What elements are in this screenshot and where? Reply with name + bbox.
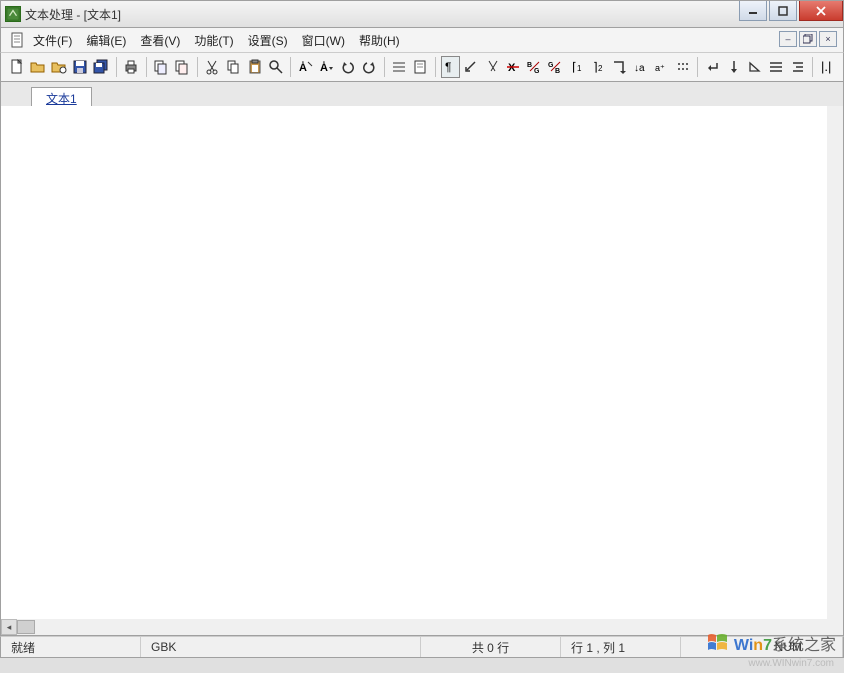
angle-icon[interactable]	[746, 56, 765, 78]
bracket-close-icon[interactable]: ⌉2	[589, 56, 608, 78]
status-bar: 就绪 GBK 共 0 行 行 1 , 列 1 NUM	[0, 636, 844, 658]
menu-view[interactable]: 查看(V)	[140, 32, 180, 49]
svg-text:|.|: |.|	[821, 59, 831, 74]
svg-text:↓a: ↓a	[634, 63, 645, 74]
copy-icon[interactable]	[224, 56, 243, 78]
pilcrow-icon[interactable]: ¶	[441, 56, 460, 78]
svg-text:a⁺: a⁺	[655, 63, 665, 73]
document-icon	[9, 31, 27, 49]
menu-bar: 文件(F) 编辑(E) 查看(V) 功能(T) 设置(S) 窗口(W) 帮助(H…	[0, 28, 844, 52]
list-icon[interactable]	[390, 56, 409, 78]
mdi-minimize-button[interactable]: –	[779, 31, 797, 47]
spacing-icon[interactable]	[673, 56, 692, 78]
paste-block-icon[interactable]	[173, 56, 192, 78]
svg-text:B: B	[555, 68, 560, 75]
vertical-scrollbar[interactable]	[827, 106, 843, 619]
menu-edit[interactable]: 编辑(E)	[86, 32, 126, 49]
print-icon[interactable]	[122, 56, 141, 78]
toolbar-separator	[435, 57, 436, 77]
end-bracket-icon[interactable]: |.|	[818, 56, 837, 78]
toolbar-separator	[290, 57, 291, 77]
find-next-icon[interactable]: Ȧ	[317, 56, 336, 78]
uppercase-icon[interactable]: a⁺	[652, 56, 671, 78]
open-file-icon[interactable]	[28, 56, 47, 78]
svg-text:¶: ¶	[445, 60, 451, 74]
cut-icon[interactable]	[203, 56, 222, 78]
toolbar-separator	[116, 57, 117, 77]
align-right-icon[interactable]	[788, 56, 807, 78]
svg-text:G: G	[548, 62, 554, 69]
scroll-corner	[827, 619, 843, 635]
mdi-restore-button[interactable]	[799, 31, 817, 47]
svg-text:1: 1	[577, 64, 582, 73]
toolbar-separator	[812, 57, 813, 77]
page-icon[interactable]	[411, 56, 430, 78]
svg-text:⌈: ⌈	[572, 60, 577, 74]
toolbar-separator	[146, 57, 147, 77]
mdi-close-button[interactable]: ×	[819, 31, 837, 47]
toolbar-separator	[197, 57, 198, 77]
save-icon[interactable]	[70, 56, 89, 78]
close-button[interactable]	[799, 1, 843, 21]
status-cursor-pos: 行 1 , 列 1	[561, 637, 681, 657]
return-icon[interactable]	[703, 56, 722, 78]
paste-icon[interactable]	[245, 56, 264, 78]
arrow-dl-icon[interactable]	[462, 56, 481, 78]
svg-text:2: 2	[598, 64, 603, 73]
corner-icon[interactable]	[610, 56, 629, 78]
document-tab[interactable]: 文本1	[31, 87, 92, 107]
align-lines-icon[interactable]	[767, 56, 786, 78]
menu-window[interactable]: 窗口(W)	[302, 32, 345, 49]
toolbar-separator	[384, 57, 385, 77]
editor-container: ◂	[0, 106, 844, 636]
trim-icon[interactable]	[483, 56, 502, 78]
svg-text:B: B	[527, 62, 532, 69]
app-icon	[5, 6, 21, 22]
minimize-button[interactable]	[739, 1, 767, 21]
text-editor[interactable]	[9, 108, 827, 619]
new-file-icon[interactable]	[7, 56, 26, 78]
redo-icon[interactable]	[360, 56, 379, 78]
svg-text:Ȧ: Ȧ	[320, 61, 328, 74]
horizontal-scrollbar[interactable]: ◂	[1, 619, 827, 635]
tab-strip: 文本1	[0, 82, 844, 106]
status-ready: 就绪	[1, 637, 141, 657]
save-all-icon[interactable]	[92, 56, 111, 78]
window-title: 文本处理 - [文本1]	[25, 6, 121, 23]
undo-icon[interactable]	[338, 56, 357, 78]
gbk-big5-icon[interactable]: GB	[546, 56, 565, 78]
toolbar: Ȧ Ȧ ¶ X BG GB ⌈1 ⌉2 ↓a a⁺ |.|	[0, 52, 844, 82]
copy-block-icon[interactable]	[152, 56, 171, 78]
status-num-lock: NUM	[681, 637, 843, 657]
toolbar-separator	[697, 57, 698, 77]
find-icon[interactable]	[266, 56, 285, 78]
svg-text:X: X	[508, 62, 516, 74]
menu-file[interactable]: 文件(F)	[33, 32, 72, 49]
window-titlebar: 文本处理 - [文本1]	[0, 0, 844, 28]
scroll-thumb[interactable]	[17, 620, 35, 634]
svg-text:⌉: ⌉	[593, 60, 598, 74]
menu-function[interactable]: 功能(T)	[194, 32, 233, 49]
watermark-url: www.WINwin7.com	[748, 658, 834, 669]
bracket-open-icon[interactable]: ⌈1	[568, 56, 587, 78]
menu-help[interactable]: 帮助(H)	[359, 32, 400, 49]
find-replace-icon[interactable]: Ȧ	[296, 56, 315, 78]
menu-settings[interactable]: 设置(S)	[248, 32, 288, 49]
status-encoding: GBK	[141, 637, 421, 657]
strike-icon[interactable]: X	[504, 56, 523, 78]
maximize-button[interactable]	[769, 1, 797, 21]
down-arrow-icon[interactable]	[724, 56, 743, 78]
svg-text:Ȧ: Ȧ	[299, 61, 307, 74]
open-recent-icon[interactable]	[49, 56, 68, 78]
scroll-left-button[interactable]: ◂	[1, 619, 17, 635]
svg-text:G: G	[534, 68, 540, 75]
big5-gbk-icon[interactable]: BG	[525, 56, 544, 78]
lowercase-icon[interactable]: ↓a	[631, 56, 650, 78]
status-line-count: 共 0 行	[421, 637, 561, 657]
